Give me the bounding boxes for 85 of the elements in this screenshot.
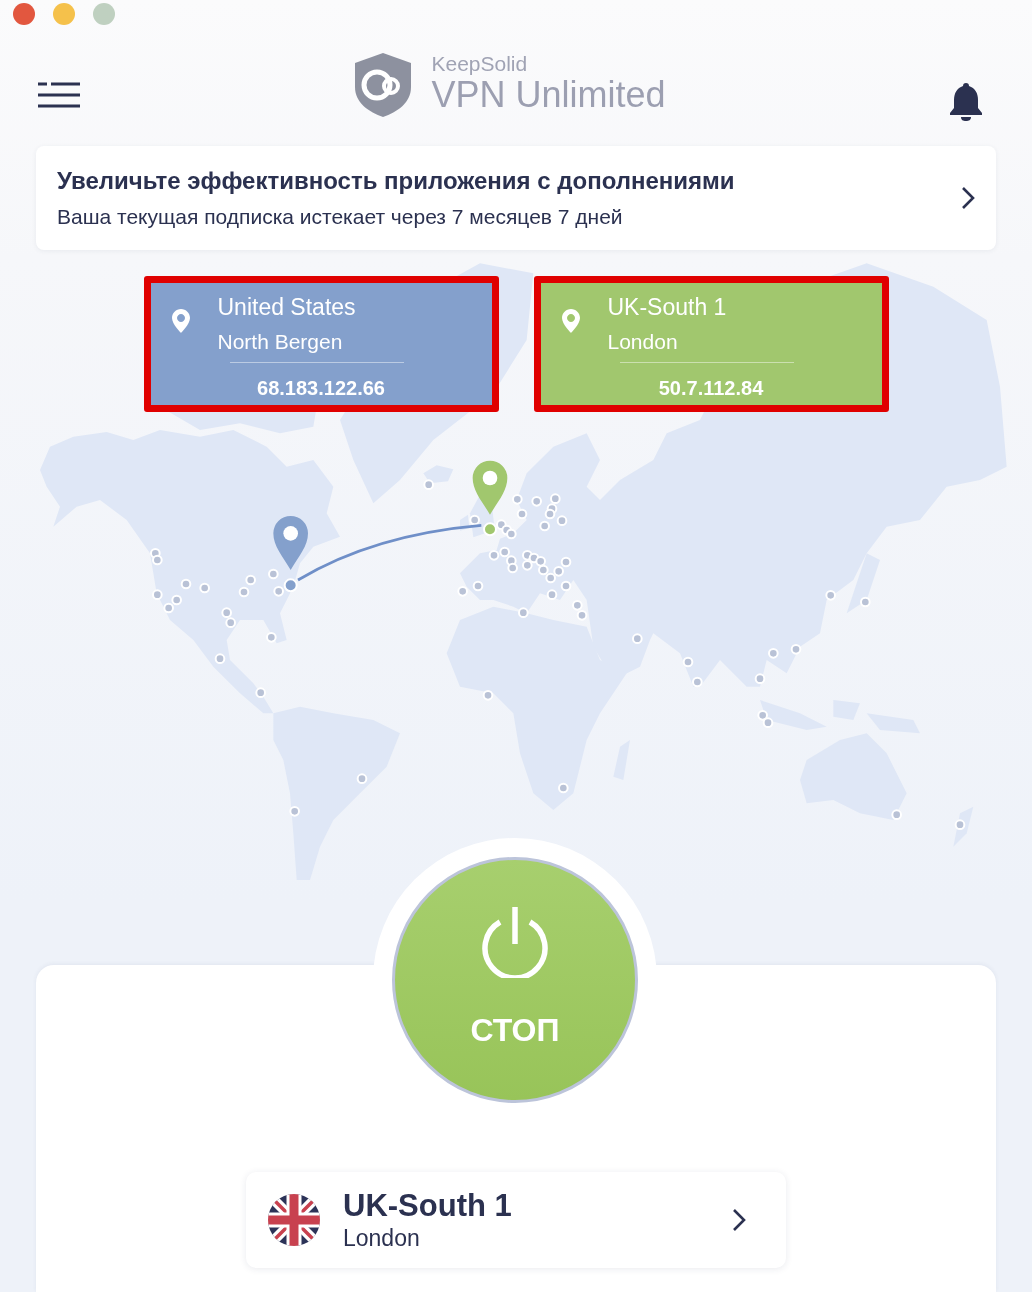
server-dot-icon <box>790 644 802 655</box>
server-dot-icon <box>507 562 518 574</box>
server-dot-icon <box>531 496 542 507</box>
server-dot-icon <box>180 578 192 590</box>
server-dot-icon <box>171 594 182 606</box>
chevron-right-icon <box>961 186 975 210</box>
server-dot-icon <box>545 572 556 584</box>
server-dot-icon <box>535 556 546 567</box>
server-dot-icon <box>289 806 300 817</box>
server-dot-icon <box>245 574 256 586</box>
server-dot-icon <box>538 564 549 576</box>
server-dot-icon <box>457 586 468 597</box>
banner-title: Увеличьте эффективность приложения с дополнениями <box>57 165 736 196</box>
notifications-bell-icon[interactable] <box>949 81 983 121</box>
window-control-icon[interactable] <box>13 3 35 25</box>
brand-subtitle: KeepSolid <box>431 52 529 76</box>
server-dot-icon <box>152 589 163 600</box>
server-dot-icon <box>860 596 871 608</box>
server-dot-icon <box>512 494 523 505</box>
ip-address: 50.7.112.84 <box>657 376 765 401</box>
server-dot-icon <box>273 586 284 597</box>
menu-icon[interactable] <box>38 82 80 108</box>
location-name: UK-South 1 <box>607 293 727 322</box>
subscription-notice: Ваша текущая подписка истекает через 7 месяцев 7 дней <box>57 203 624 230</box>
location-name: United States <box>217 293 356 322</box>
power-icon <box>480 906 550 978</box>
server-dot-icon <box>544 508 556 520</box>
server-dot-icon <box>266 632 277 643</box>
upgrade-banner[interactable]: Увеличьте эффективность приложения с дополнениями Ваша текущая подписка истекает через 7 месяцев 7 дней <box>36 146 996 250</box>
server-dot-icon <box>757 710 768 721</box>
server-dot-icon <box>221 607 232 618</box>
chevron-right-icon <box>732 1208 746 1232</box>
server-dot-icon <box>553 566 564 577</box>
server-dot-icon <box>560 556 572 568</box>
server-dot-icon <box>692 676 703 688</box>
server-dot-icon <box>152 554 163 566</box>
server-dot-icon <box>632 633 643 644</box>
server-dot-icon <box>518 607 529 618</box>
server-name: UK-South 1 <box>343 1188 513 1224</box>
server-dot-icon <box>214 653 226 664</box>
server-dot-icon <box>762 717 774 728</box>
server-dot-icon <box>546 589 558 600</box>
location-dot-icon <box>283 578 298 593</box>
server-dot-icon <box>522 560 533 571</box>
server-dot-icon <box>891 809 902 820</box>
server-dot-icon <box>482 690 494 701</box>
server-dot-icon <box>255 687 266 698</box>
uk-flag-icon <box>268 1194 320 1246</box>
app-title: VPN Unlimited <box>431 76 666 114</box>
island <box>760 700 827 730</box>
server-dot-icon <box>825 590 836 601</box>
server-dot-icon <box>556 515 568 526</box>
server-dot-icon <box>954 819 966 830</box>
server-dot-icon <box>576 610 588 621</box>
server-dot-icon <box>268 568 279 580</box>
server-selector[interactable]: UK-South 1 London <box>246 1172 786 1268</box>
server-dot-icon <box>472 580 484 592</box>
server-dot-icon <box>238 586 250 598</box>
server-dot-icon <box>225 617 236 628</box>
server-dot-icon <box>506 528 517 540</box>
server-dot-icon <box>558 782 569 794</box>
server-dot-icon <box>560 580 572 592</box>
island <box>846 553 880 614</box>
shield-logo-icon <box>355 53 412 117</box>
server-dot-icon <box>539 520 550 532</box>
server-dot-icon <box>488 550 500 561</box>
server-dot-icon <box>572 600 583 611</box>
server-city: London <box>343 1224 421 1252</box>
server-dot-icon <box>768 648 779 659</box>
ip-address: 68.183.122.66 <box>256 376 386 401</box>
location-city: London <box>607 329 679 355</box>
server-dot-icon <box>550 493 561 504</box>
server-dot-icon <box>199 582 210 594</box>
location-city: North Bergen <box>217 329 344 355</box>
location-dot-icon <box>483 522 497 537</box>
server-dot-icon <box>423 479 434 490</box>
server-dot-icon <box>356 773 368 784</box>
server-dot-icon <box>469 514 480 526</box>
server-dot-icon <box>499 546 510 558</box>
location-pin-icon <box>561 309 580 333</box>
server-dot-icon <box>516 508 528 520</box>
location-pin-icon <box>171 309 190 333</box>
server-dot-icon <box>682 656 694 668</box>
server-dot-icon <box>754 673 766 684</box>
server-dot-icon <box>163 602 174 614</box>
